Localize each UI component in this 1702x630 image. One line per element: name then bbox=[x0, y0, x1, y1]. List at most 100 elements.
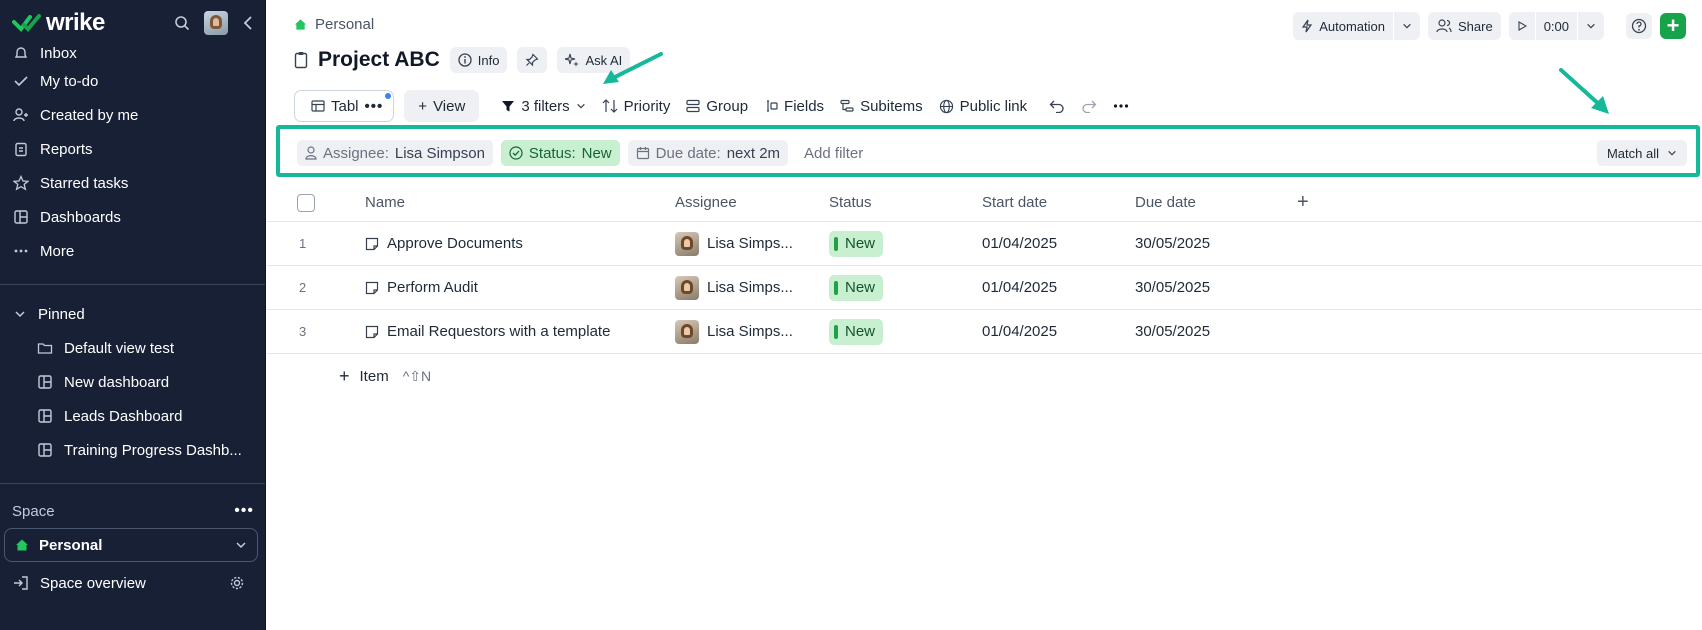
due-date[interactable]: 30/05/2025 bbox=[1135, 235, 1210, 252]
more-options-button[interactable] bbox=[1113, 103, 1129, 109]
group-label: Group bbox=[706, 97, 749, 115]
sidebar-item-starred-tasks[interactable]: Starred tasks bbox=[0, 166, 265, 200]
status-badge[interactable]: New bbox=[829, 274, 884, 301]
priority-button[interactable]: Priority bbox=[602, 98, 670, 115]
pin-button[interactable] bbox=[517, 47, 548, 73]
task-name[interactable]: Email Requestors with a template bbox=[387, 323, 610, 340]
info-button[interactable]: Info bbox=[449, 47, 508, 73]
collapse-sidebar-icon[interactable] bbox=[242, 15, 254, 31]
add-filter-button[interactable]: Add filter bbox=[804, 145, 863, 162]
help-icon bbox=[1631, 18, 1647, 34]
view-options-icon[interactable]: ••• bbox=[365, 98, 384, 115]
add-view-button[interactable]: + View bbox=[404, 90, 480, 122]
dashboard-icon bbox=[36, 407, 54, 425]
filter-chip-due-date[interactable]: Due date: next 2m bbox=[627, 140, 789, 166]
ask-ai-button[interactable]: Ask AI bbox=[557, 47, 631, 73]
table-row[interactable]: 2 Perform Audit Lisa Simps... New 01/04/… bbox=[267, 266, 1702, 310]
sidebar-item-created-by-me[interactable]: Created by me bbox=[0, 98, 265, 132]
table-row[interactable]: 1 Approve Documents Lisa Simps... New 01… bbox=[267, 222, 1702, 266]
column-header-status[interactable]: Status bbox=[829, 194, 872, 211]
status-label: New bbox=[845, 323, 876, 340]
status-badge[interactable]: New bbox=[829, 230, 884, 257]
status-badge[interactable]: New bbox=[829, 318, 884, 345]
start-date[interactable]: 01/04/2025 bbox=[982, 279, 1057, 296]
sidebar-item-space-overview[interactable]: Space overview bbox=[0, 566, 265, 600]
automation-button[interactable]: Automation bbox=[1293, 12, 1420, 40]
task-name[interactable]: Perform Audit bbox=[387, 279, 478, 296]
share-button[interactable]: Share bbox=[1427, 12, 1501, 40]
space-selector[interactable]: Personal bbox=[4, 528, 258, 562]
match-all-dropdown[interactable]: Match all bbox=[1596, 140, 1687, 166]
sidebar-item-inbox[interactable]: Inbox bbox=[0, 42, 265, 64]
column-header-assignee[interactable]: Assignee bbox=[675, 194, 737, 211]
row-number: 3 bbox=[299, 324, 307, 339]
space-more-icon[interactable]: ••• bbox=[234, 502, 254, 520]
task-name[interactable]: Approve Documents bbox=[387, 235, 523, 252]
select-all-checkbox[interactable] bbox=[297, 193, 315, 212]
table-row[interactable]: 3 Email Requestors with a template Lisa … bbox=[267, 310, 1702, 354]
timer-dropdown[interactable] bbox=[1578, 12, 1604, 40]
notification-dot bbox=[385, 93, 392, 99]
gear-icon[interactable] bbox=[228, 574, 246, 592]
add-column-button[interactable]: + bbox=[1297, 191, 1309, 214]
breadcrumb[interactable]: Personal bbox=[294, 16, 374, 33]
sidebar-item-label: My to-do bbox=[40, 72, 99, 90]
subitems-icon bbox=[840, 99, 854, 113]
more-icon bbox=[1113, 103, 1129, 109]
title-row: Project ABC Info Ask AI bbox=[294, 47, 631, 73]
assignee-name[interactable]: Lisa Simps... bbox=[707, 279, 793, 296]
sidebar-item-my-todo[interactable]: My to-do bbox=[0, 64, 265, 98]
filter-chip-status[interactable]: Status: New bbox=[500, 140, 620, 166]
pin-icon bbox=[525, 53, 540, 67]
column-header-start-date[interactable]: Start date bbox=[982, 194, 1047, 211]
sidebar-item-dashboards[interactable]: Dashboards bbox=[0, 200, 265, 234]
pinned-item-training-progress[interactable]: Training Progress Dashb... bbox=[0, 433, 265, 467]
lightning-icon bbox=[1301, 19, 1313, 33]
add-item-button[interactable]: + Item ^⇧N bbox=[339, 366, 431, 387]
check-circle-icon bbox=[509, 146, 523, 160]
filters-button[interactable]: 3 filters bbox=[501, 98, 585, 115]
search-icon[interactable] bbox=[174, 15, 190, 31]
assignee-name[interactable]: Lisa Simps... bbox=[707, 323, 793, 340]
tab-table-view[interactable]: Tabl ••• bbox=[294, 90, 395, 122]
timer-play[interactable] bbox=[1509, 12, 1535, 40]
view-tab-label: Tabl bbox=[331, 97, 359, 115]
due-date[interactable]: 30/05/2025 bbox=[1135, 279, 1210, 296]
logo-text: wrike bbox=[46, 9, 105, 36]
pinned-section-toggle[interactable]: Pinned bbox=[0, 297, 265, 331]
filter-chip-assignee[interactable]: Assignee: Lisa Simpson bbox=[297, 140, 493, 166]
header-actions: Automation Share 0:00 + bbox=[1293, 12, 1686, 40]
users-icon bbox=[1436, 19, 1452, 33]
pinned-item-default-view-test[interactable]: Default view test bbox=[0, 331, 265, 365]
check-circle-icon bbox=[12, 72, 30, 90]
pinned-item-new-dashboard[interactable]: New dashboard bbox=[0, 365, 265, 399]
user-avatar[interactable] bbox=[204, 11, 228, 35]
automation-dropdown[interactable] bbox=[1394, 12, 1420, 40]
public-link-button[interactable]: Public link bbox=[939, 98, 1027, 115]
space-selected-label: Personal bbox=[39, 536, 103, 554]
redo-button[interactable] bbox=[1081, 99, 1097, 113]
column-header-due-date[interactable]: Due date bbox=[1135, 194, 1196, 211]
timer-control[interactable]: 0:00 bbox=[1508, 12, 1604, 40]
filter-value: New bbox=[581, 144, 612, 162]
help-button[interactable] bbox=[1626, 13, 1652, 39]
fields-label: Fields bbox=[784, 97, 825, 115]
wrike-logo[interactable]: wrike bbox=[12, 9, 105, 37]
sidebar-item-reports[interactable]: Reports bbox=[0, 132, 265, 166]
column-header-name[interactable]: Name bbox=[365, 194, 405, 211]
page-title: Project ABC bbox=[318, 48, 440, 71]
undo-button[interactable] bbox=[1049, 99, 1065, 113]
fields-button[interactable]: Fields bbox=[764, 98, 824, 115]
sidebar-item-more[interactable]: More bbox=[0, 234, 265, 268]
status-label: New bbox=[845, 235, 876, 252]
subitems-button[interactable]: Subitems bbox=[840, 98, 923, 115]
main-area: Personal Project ABC Info Ask AI Automat… bbox=[267, 0, 1702, 630]
group-button[interactable]: Group bbox=[686, 98, 748, 115]
pinned-item-leads-dashboard[interactable]: Leads Dashboard bbox=[0, 399, 265, 433]
bell-icon bbox=[12, 44, 30, 62]
create-new-button[interactable]: + bbox=[1660, 13, 1686, 39]
due-date[interactable]: 30/05/2025 bbox=[1135, 323, 1210, 340]
assignee-name[interactable]: Lisa Simps... bbox=[707, 235, 793, 252]
start-date[interactable]: 01/04/2025 bbox=[982, 235, 1057, 252]
start-date[interactable]: 01/04/2025 bbox=[982, 323, 1057, 340]
